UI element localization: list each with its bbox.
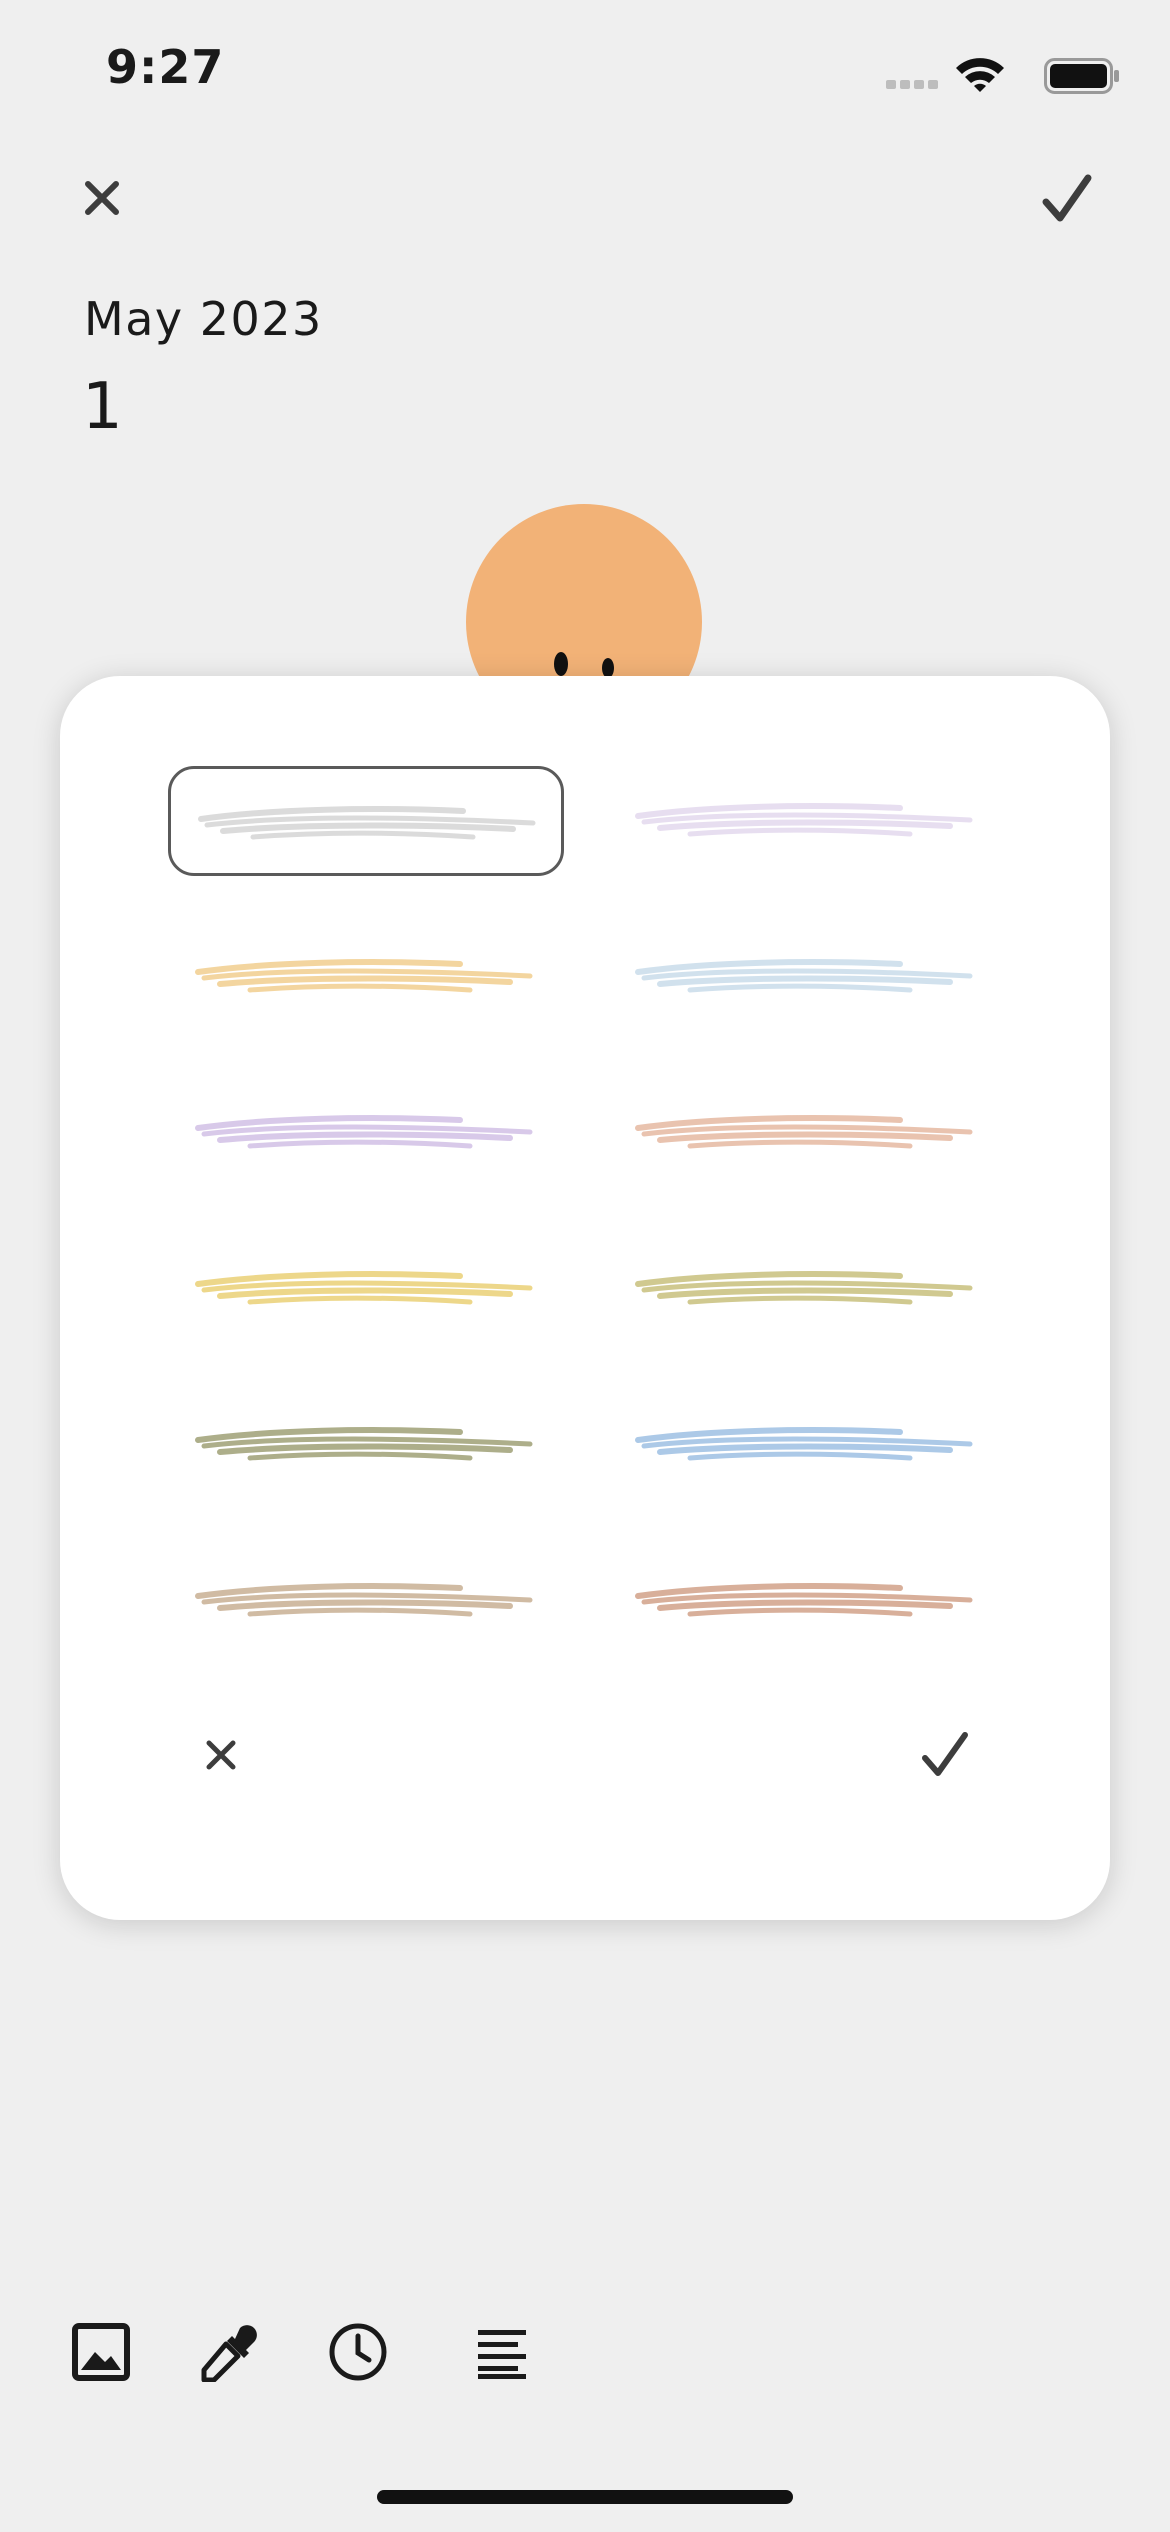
color-swatch[interactable] [168, 1546, 564, 1656]
brush-stroke-icon [635, 1583, 973, 1617]
signal-icon [886, 80, 938, 89]
color-swatch[interactable] [608, 1078, 1004, 1188]
clock-icon[interactable] [328, 2322, 388, 2382]
brush-stroke-icon [635, 803, 973, 837]
mascot-face-icon [466, 504, 702, 704]
wifi-icon [956, 58, 1004, 92]
confirm-icon[interactable] [920, 1730, 970, 1780]
check-icon[interactable] [1040, 172, 1094, 226]
brush-stroke-icon [635, 1271, 973, 1305]
status-time: 9:27 [106, 40, 225, 94]
align-left-icon[interactable] [472, 2322, 532, 2382]
color-swatch[interactable] [608, 766, 1004, 876]
brush-stroke-icon [635, 1427, 973, 1461]
day-label: 1 [82, 370, 123, 444]
brush-stroke-icon [635, 1115, 973, 1149]
color-swatch[interactable] [608, 922, 1004, 1032]
battery-icon [1044, 58, 1119, 94]
color-swatch[interactable] [168, 766, 564, 876]
brush-stroke-icon [635, 959, 973, 993]
brush-stroke-icon [195, 1427, 533, 1461]
color-swatch[interactable] [608, 1390, 1004, 1500]
brush-stroke-icon [195, 1271, 533, 1305]
month-label[interactable]: May 2023 [84, 292, 323, 346]
color-swatch[interactable] [168, 1390, 564, 1500]
color-swatch[interactable] [608, 1234, 1004, 1344]
close-icon[interactable] [82, 178, 122, 218]
color-swatch[interactable] [168, 922, 564, 1032]
home-indicator[interactable] [377, 2490, 793, 2504]
brush-stroke-icon [195, 1115, 533, 1149]
brush-stroke-icon [195, 1583, 533, 1617]
cancel-icon[interactable] [204, 1738, 238, 1772]
brush-stroke-icon [195, 959, 533, 993]
brush-stroke-icon [198, 806, 536, 840]
eyedropper-icon[interactable] [200, 2322, 260, 2382]
color-picker-modal [60, 676, 1110, 1920]
image-icon[interactable] [71, 2322, 131, 2382]
color-swatch[interactable] [168, 1234, 564, 1344]
color-swatch[interactable] [168, 1078, 564, 1188]
color-swatch[interactable] [608, 1546, 1004, 1656]
